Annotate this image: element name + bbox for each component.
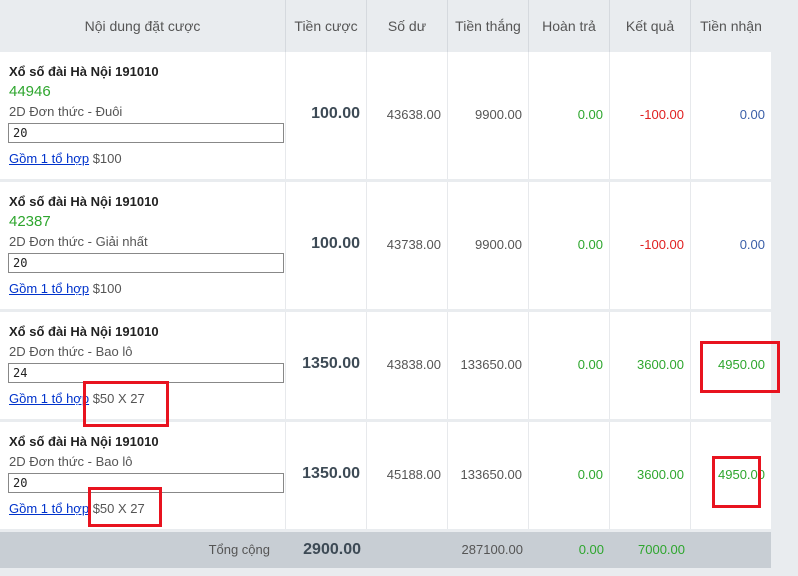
- bet-amount: 100.00: [311, 105, 360, 122]
- bet-amount: 1350.00: [302, 465, 360, 482]
- refund-cell: 0.00: [529, 182, 610, 309]
- received-cell: 0.00: [691, 182, 771, 309]
- bet-amount: 100.00: [311, 235, 360, 252]
- balance-cell: 45188.00: [367, 422, 448, 529]
- balance-cell: 43638.00: [367, 52, 448, 179]
- refund: 0.00: [577, 357, 603, 372]
- balance: 43838.00: [386, 357, 441, 372]
- lottery-title: Xổ số đài Hà Nội 191010: [9, 434, 159, 449]
- received: 0.00: [739, 237, 765, 252]
- refund-cell: 0.00: [529, 422, 610, 529]
- bet-value-field[interactable]: 24: [8, 363, 284, 383]
- balance: 45188.00: [386, 467, 441, 482]
- combo-amount: $100: [92, 281, 122, 296]
- combo-link[interactable]: Gồm 1 tổ hợp: [9, 281, 89, 296]
- result-cell: -100.00: [610, 182, 691, 309]
- winnings: 133650.00: [460, 357, 522, 372]
- winnings-cell: 9900.00: [448, 182, 529, 309]
- bet-value-field[interactable]: 20: [8, 123, 284, 143]
- refund-cell: 0.00: [529, 312, 610, 419]
- header-content: Nội dung đặt cược: [0, 0, 286, 52]
- winnings-cell: 133650.00: [448, 312, 529, 419]
- bet-type: 2D Đơn thức - Bao lô: [9, 344, 133, 359]
- header-winnings: Tiền thắng: [448, 0, 529, 52]
- total-bet: 2900.00: [303, 541, 361, 558]
- combo-amount: $100: [92, 151, 122, 166]
- total-refund: 0.00: [578, 542, 604, 557]
- winnings: 9900.00: [475, 107, 522, 122]
- bet-value-field[interactable]: 20: [8, 253, 284, 273]
- bet-number: 42387: [9, 213, 51, 230]
- result: 3600.00: [637, 357, 684, 372]
- bet-amount: 1350.00: [302, 355, 360, 372]
- table-row: Xổ số đài Hà Nội 191010 44946 2D Đơn thứ…: [0, 52, 771, 179]
- highlight-box: [700, 341, 780, 393]
- balance-cell: 43838.00: [367, 312, 448, 419]
- bet-type: 2D Đơn thức - Đuôi: [9, 104, 123, 119]
- winnings-cell: 9900.00: [448, 52, 529, 179]
- table-row: Xổ số đài Hà Nội 191010 42387 2D Đơn thứ…: [0, 182, 771, 309]
- combo-link[interactable]: Gồm 1 tổ hợp: [9, 501, 89, 516]
- received-cell: 0.00: [691, 52, 771, 179]
- lottery-title: Xổ số đài Hà Nội 191010: [9, 64, 159, 79]
- bet-type: 2D Đơn thức - Giải nhất: [9, 234, 148, 249]
- balance: 43638.00: [386, 107, 441, 122]
- bet-type: 2D Đơn thức - Bao lô: [9, 454, 133, 469]
- table-header: Nội dung đặt cược Tiền cược Số dư Tiền t…: [0, 0, 798, 52]
- total-winnings: 287100.00: [461, 542, 523, 557]
- refund: 0.00: [577, 467, 603, 482]
- bet-content-cell: Xổ số đài Hà Nội 191010 44946 2D Đơn thứ…: [0, 52, 286, 179]
- balance: 43738.00: [386, 237, 441, 252]
- header-bet: Tiền cược: [286, 0, 367, 52]
- header-refund: Hoàn trả: [529, 0, 610, 52]
- result: -100.00: [639, 237, 684, 252]
- combo-link[interactable]: Gồm 1 tổ hợp: [9, 151, 89, 166]
- lottery-title: Xổ số đài Hà Nội 191010: [9, 324, 159, 339]
- winnings-cell: 133650.00: [448, 422, 529, 529]
- refund: 0.00: [577, 237, 603, 252]
- highlight-box: [88, 487, 162, 527]
- result-cell: 3600.00: [610, 422, 691, 529]
- balance-cell: 43738.00: [367, 182, 448, 309]
- result-cell: 3600.00: [610, 312, 691, 419]
- header-result: Kết quả: [610, 0, 691, 52]
- totals-label: Tổng cộng: [208, 542, 270, 557]
- total-result: 7000.00: [638, 542, 685, 557]
- bet-cell: 100.00: [286, 182, 367, 309]
- bet-cell: 100.00: [286, 52, 367, 179]
- result-cell: -100.00: [610, 52, 691, 179]
- winnings: 133650.00: [460, 467, 522, 482]
- combo-link[interactable]: Gồm 1 tổ hợp: [9, 391, 89, 406]
- winnings: 9900.00: [475, 237, 522, 252]
- combo-info: Gồm 1 tổ hợp $100: [9, 151, 122, 166]
- highlight-box: [83, 381, 169, 427]
- bet-cell: 1350.00: [286, 312, 367, 419]
- highlight-box: [712, 456, 761, 508]
- received: 0.00: [739, 107, 765, 122]
- bet-number: 44946: [9, 83, 51, 100]
- result: -100.00: [639, 107, 684, 122]
- totals-row: Tổng cộng 2900.00 287100.00 0.00 7000.00: [0, 532, 771, 568]
- result: 3600.00: [637, 467, 684, 482]
- refund: 0.00: [577, 107, 603, 122]
- header-balance: Số dư: [367, 0, 448, 52]
- combo-info: Gồm 1 tổ hợp $100: [9, 281, 122, 296]
- lottery-title: Xổ số đài Hà Nội 191010: [9, 194, 159, 209]
- refund-cell: 0.00: [529, 52, 610, 179]
- bet-cell: 1350.00: [286, 422, 367, 529]
- header-received: Tiền nhận: [700, 18, 762, 34]
- bet-content-cell: Xổ số đài Hà Nội 191010 42387 2D Đơn thứ…: [0, 182, 286, 309]
